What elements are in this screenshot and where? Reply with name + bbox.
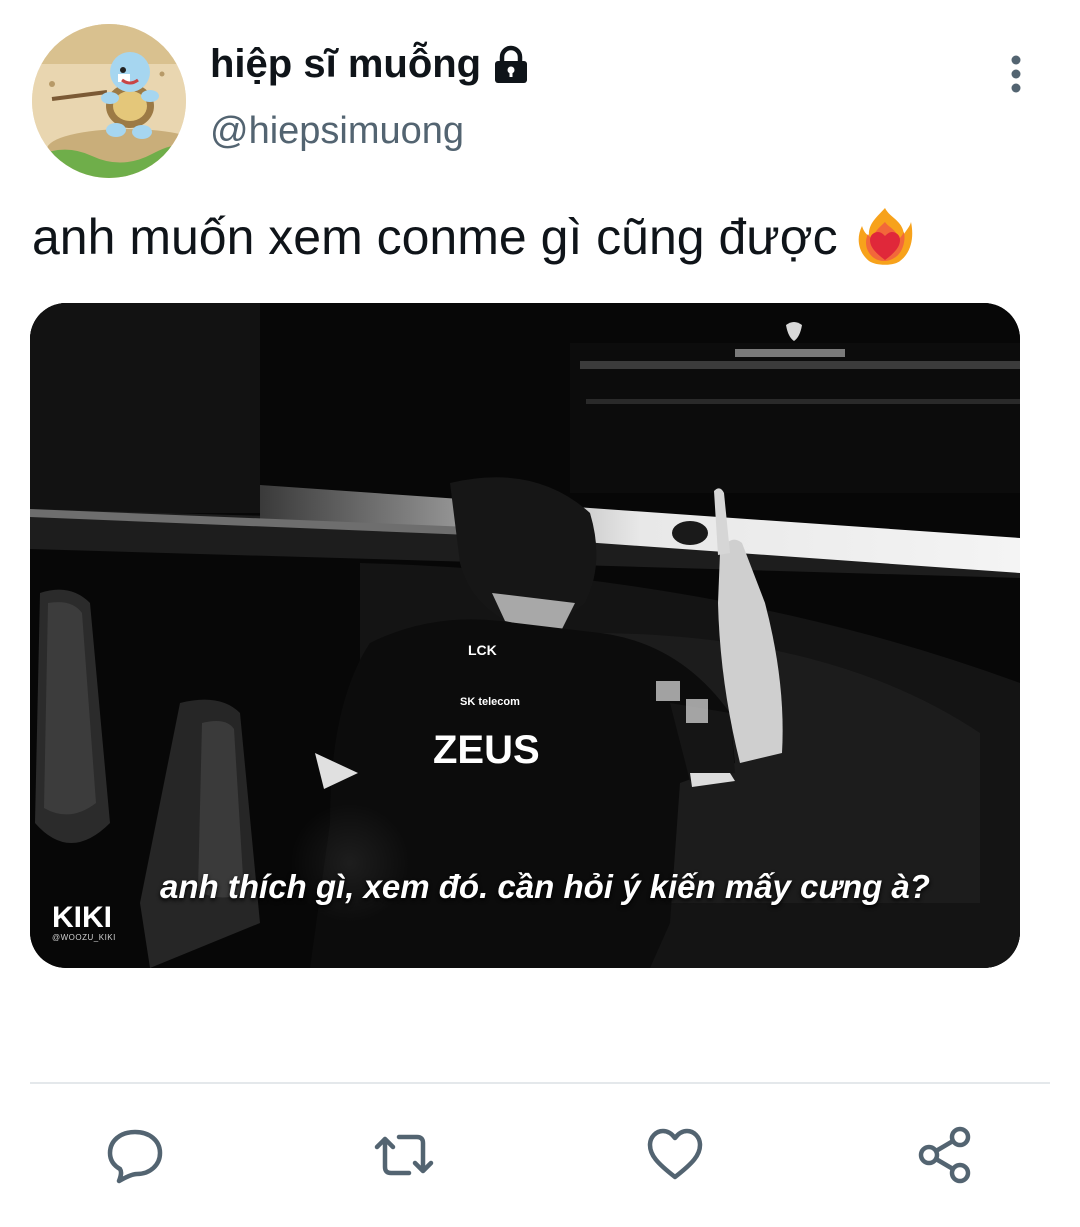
tweet-media[interactable]: LCK SK telecom ZEUS anh thích gì, xem đó… xyxy=(30,303,1020,968)
heart-on-fire-emoji xyxy=(856,206,914,268)
watermark-handle: @WOOZU_KIKI xyxy=(52,933,116,942)
lock-icon xyxy=(491,45,531,85)
retweet-icon xyxy=(374,1134,434,1176)
squirtle-avatar-image xyxy=(32,24,186,178)
more-vertical-icon xyxy=(1011,55,1021,93)
share-icon xyxy=(918,1126,971,1184)
heart-icon xyxy=(647,1128,703,1180)
jersey-brand-text: SK telecom xyxy=(460,696,520,708)
share-button[interactable] xyxy=(910,1120,980,1190)
like-button[interactable] xyxy=(640,1120,710,1190)
user-handle[interactable]: @hiepsimuong xyxy=(210,110,464,153)
reply-button[interactable] xyxy=(100,1120,170,1190)
jersey-league-text: LCK xyxy=(468,642,497,658)
retweet-button[interactable] xyxy=(369,1120,439,1190)
avatar[interactable] xyxy=(32,24,186,178)
tweet-text-body: anh muốn xem conme gì cũng được xyxy=(32,209,838,265)
more-options-button[interactable] xyxy=(996,52,1036,102)
media-caption: anh thích gì, xem đó. cần hỏi ý kiến mấy… xyxy=(160,868,930,905)
display-name[interactable]: hiệp sĩ muỗng xyxy=(210,42,531,87)
reply-icon xyxy=(107,1129,163,1184)
divider xyxy=(30,1082,1050,1084)
display-name-text: hiệp sĩ muỗng xyxy=(210,42,482,86)
jersey-name-text: ZEUS xyxy=(433,728,540,772)
watermark: KIKI xyxy=(52,901,112,934)
tweet-text: anh muốn xem conme gì cũng được xyxy=(32,206,914,268)
